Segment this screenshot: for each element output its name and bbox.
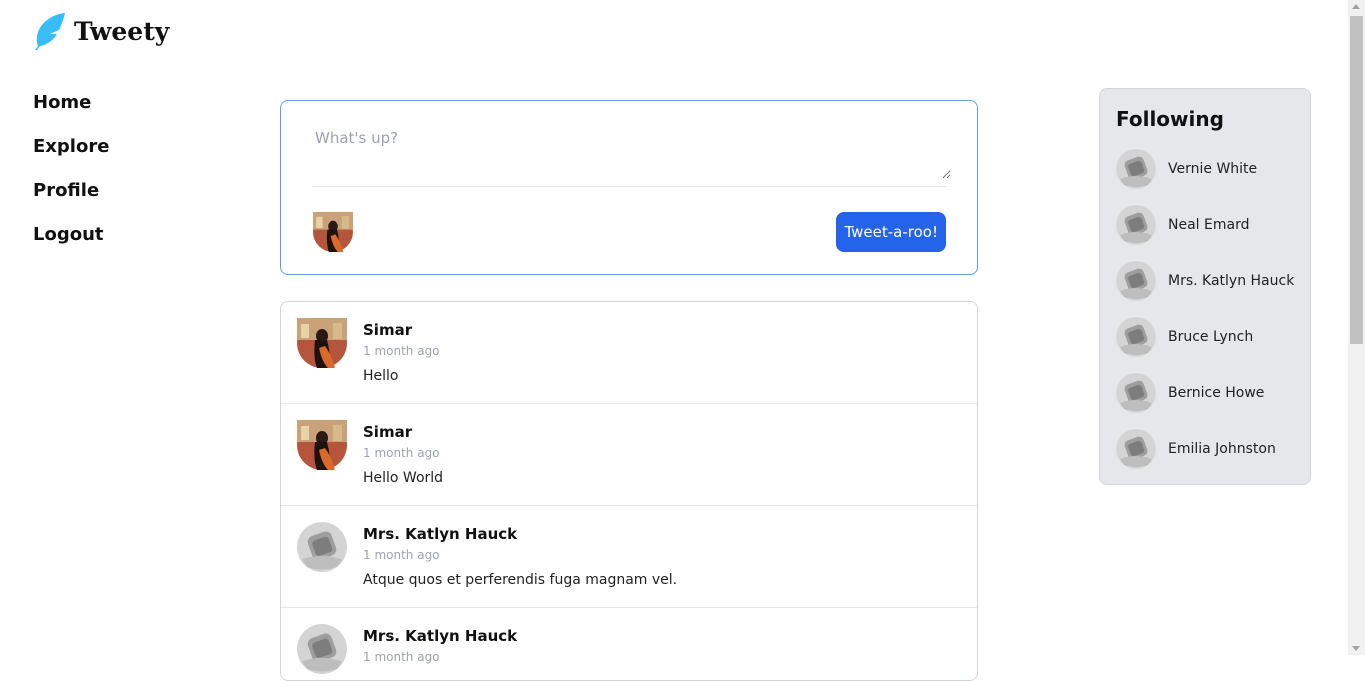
tweet-item: Simar 1 month ago Hello <box>281 302 977 404</box>
tweet-timestamp: 1 month ago <box>363 344 440 358</box>
brand-logo[interactable]: Tweety <box>32 12 169 50</box>
tweet-item: Mrs. Katlyn Hauck 1 month ago Atque quos… <box>281 506 977 608</box>
feather-icon <box>35 13 65 50</box>
tweet-timestamp: 1 month ago <box>363 446 440 460</box>
following-panel: Following Vernie White Neal Emard Mrs. K… <box>1099 88 1311 485</box>
following-item[interactable]: Mrs. Katlyn Hauck <box>1116 261 1294 301</box>
tweet-body: Atque quos et perferendis fuga magnam ve… <box>363 572 678 588</box>
author-name[interactable]: Mrs. Katlyn Hauck <box>363 627 517 645</box>
following-avatar <box>1116 149 1156 189</box>
main-nav: Home Explore Profile Logout <box>33 90 109 266</box>
author-avatar[interactable] <box>297 624 347 674</box>
following-avatar <box>1116 205 1156 245</box>
author-avatar[interactable] <box>297 420 347 470</box>
tweet-input[interactable] <box>313 127 951 179</box>
tweet-composer: Tweet-a-roo! <box>280 100 978 275</box>
scroll-down-arrow-icon[interactable] <box>1352 646 1360 651</box>
following-avatar <box>1116 261 1156 301</box>
following-avatar <box>1116 429 1156 469</box>
nav-explore-link[interactable]: Explore <box>33 134 109 178</box>
following-title: Following <box>1116 107 1224 131</box>
author-name[interactable]: Simar <box>363 321 412 339</box>
tweet-body: Hello <box>363 368 399 384</box>
following-name: Vernie White <box>1168 161 1258 177</box>
following-name: Bernice Howe <box>1168 385 1265 401</box>
following-name: Neal Emard <box>1168 217 1250 233</box>
tweet-submit-button[interactable]: Tweet-a-roo! <box>836 212 946 252</box>
following-name: Mrs. Katlyn Hauck <box>1168 273 1295 289</box>
following-item[interactable]: Neal Emard <box>1116 205 1249 245</box>
tweet-item: Simar 1 month ago Hello World <box>281 404 977 506</box>
nav-home-link[interactable]: Home <box>33 90 109 134</box>
tweet-item: Mrs. Katlyn Hauck 1 month ago <box>281 608 977 681</box>
following-item[interactable]: Vernie White <box>1116 149 1257 189</box>
tweet-timestamp: 1 month ago <box>363 548 440 562</box>
author-name[interactable]: Mrs. Katlyn Hauck <box>363 525 517 543</box>
nav-logout-link[interactable]: Logout <box>33 222 109 266</box>
user-avatar <box>313 212 353 252</box>
author-name[interactable]: Simar <box>363 423 412 441</box>
following-item[interactable]: Bernice Howe <box>1116 373 1264 413</box>
following-item[interactable]: Bruce Lynch <box>1116 317 1253 357</box>
timeline: Simar 1 month ago Hello Simar 1 month ag… <box>280 301 978 681</box>
page-scrollbar[interactable] <box>1348 0 1365 655</box>
brand-name: Tweety <box>74 16 170 46</box>
following-name: Emilia Johnston <box>1168 441 1276 457</box>
composer-divider <box>313 186 947 187</box>
scroll-up-arrow-icon[interactable] <box>1352 4 1360 9</box>
following-avatar <box>1116 317 1156 357</box>
nav-profile-link[interactable]: Profile <box>33 178 109 222</box>
scroll-thumb[interactable] <box>1350 16 1363 344</box>
tweet-timestamp: 1 month ago <box>363 650 440 664</box>
tweet-body: Hello World <box>363 470 444 486</box>
following-avatar <box>1116 373 1156 413</box>
author-avatar[interactable] <box>297 522 347 572</box>
following-item[interactable]: Emilia Johnston <box>1116 429 1276 469</box>
author-avatar[interactable] <box>297 318 347 368</box>
following-name: Bruce Lynch <box>1168 329 1254 345</box>
